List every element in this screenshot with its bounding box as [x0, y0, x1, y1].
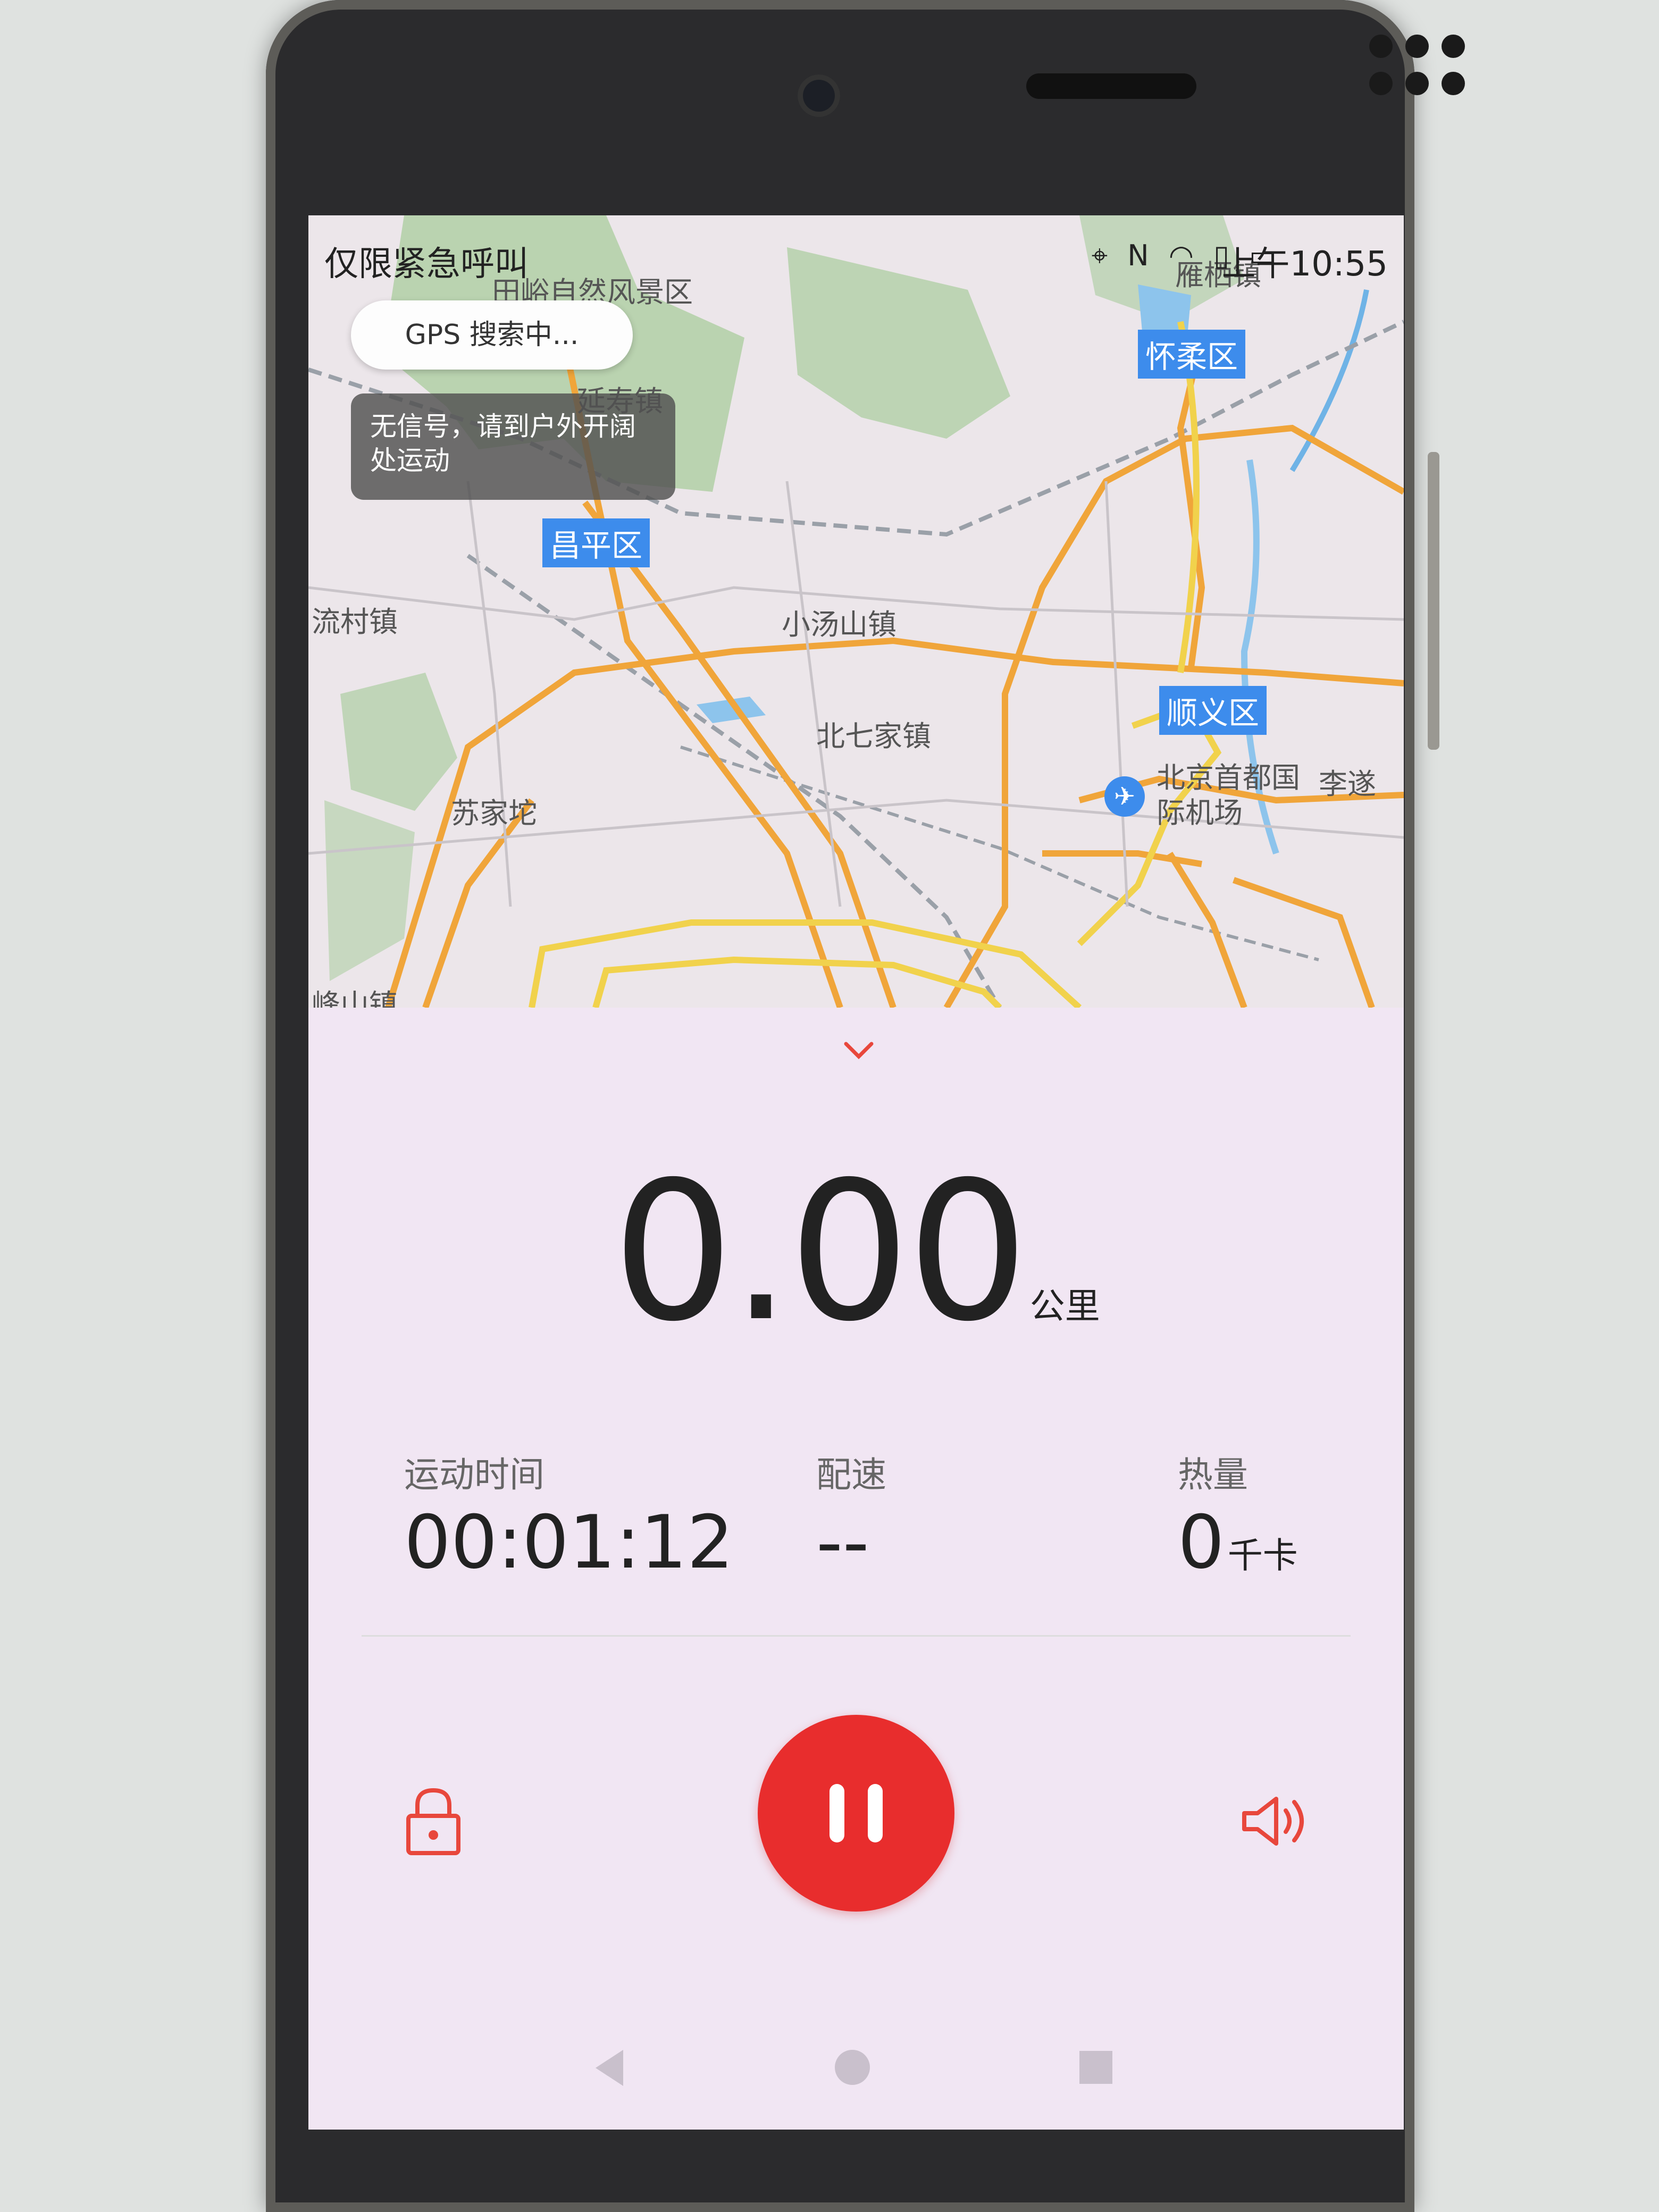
carrier-text: 仅限紧急呼叫: [324, 245, 529, 284]
side-key: [1428, 452, 1439, 750]
back-icon[interactable]: [596, 2050, 623, 2086]
place-label: 峰山镇: [312, 988, 398, 1008]
pause-button[interactable]: [758, 1715, 954, 1912]
place-label: 小汤山镇: [782, 608, 896, 641]
navigation-bar: [308, 2023, 1404, 2108]
stat-label-pace: 配速: [816, 1454, 886, 1495]
place-label: 李遂: [1319, 767, 1376, 801]
district-label: 怀柔区: [1138, 330, 1246, 379]
calories-unit: 千卡: [1227, 1535, 1298, 1576]
sensor-grid: [1369, 35, 1465, 98]
divider: [362, 1635, 1351, 1637]
stat-value-time: 00:01:12: [404, 1499, 734, 1585]
stat-label-calories: 热量: [1178, 1454, 1248, 1495]
calories-value: 0: [1178, 1499, 1225, 1585]
lock-icon[interactable]: [399, 1784, 468, 1858]
workout-panel: 0.00 公里 运动时间 00:01:12 配速 -- 热量 0千卡: [308, 1008, 1404, 2130]
map-view[interactable]: 田峪自然风景区 延寿镇 雁栖镇 流村镇 小汤山镇 北七家镇 苏家坨 北京首都国际…: [308, 215, 1404, 1008]
chevron-down-icon[interactable]: [843, 1040, 875, 1061]
stat-value-pace: --: [816, 1499, 869, 1585]
district-label: 昌平区: [542, 518, 650, 567]
speaker-icon[interactable]: [1239, 1789, 1313, 1853]
front-camera: [798, 74, 840, 117]
no-signal-toast: 无信号，请到户外开阔处运动: [351, 393, 675, 500]
distance-value: 0.00: [612, 1141, 1029, 1363]
stat-value-calories: 0千卡: [1178, 1499, 1298, 1585]
gps-status-pill: GPS 搜索中...: [351, 300, 633, 370]
stat-label-time: 运动时间: [404, 1454, 544, 1495]
earpiece: [1026, 73, 1196, 99]
place-label: 苏家坨: [451, 797, 537, 830]
place-label: 流村镇: [312, 605, 398, 639]
distance-unit: 公里: [1029, 1286, 1100, 1327]
place-label: 北京首都国际机场: [1157, 761, 1300, 830]
distance-readout: 0.00 公里: [308, 1141, 1404, 1363]
screen: 田峪自然风景区 延寿镇 雁栖镇 流村镇 小汤山镇 北七家镇 苏家坨 北京首都国际…: [308, 215, 1404, 2130]
pace-value: --: [816, 1499, 869, 1585]
clock: 上午10:55: [1221, 245, 1388, 284]
district-label: 顺义区: [1159, 686, 1267, 735]
workout-time-value: 00:01:12: [404, 1499, 734, 1585]
recent-apps-icon[interactable]: [1079, 2051, 1112, 2084]
place-label: 北七家镇: [816, 719, 931, 753]
status-bar: 仅限紧急呼叫 ⌖ N ◠ ▯ ▭ 上午10:55: [324, 231, 1388, 284]
airport-icon[interactable]: ✈: [1104, 776, 1145, 817]
home-icon[interactable]: [835, 2050, 870, 2085]
